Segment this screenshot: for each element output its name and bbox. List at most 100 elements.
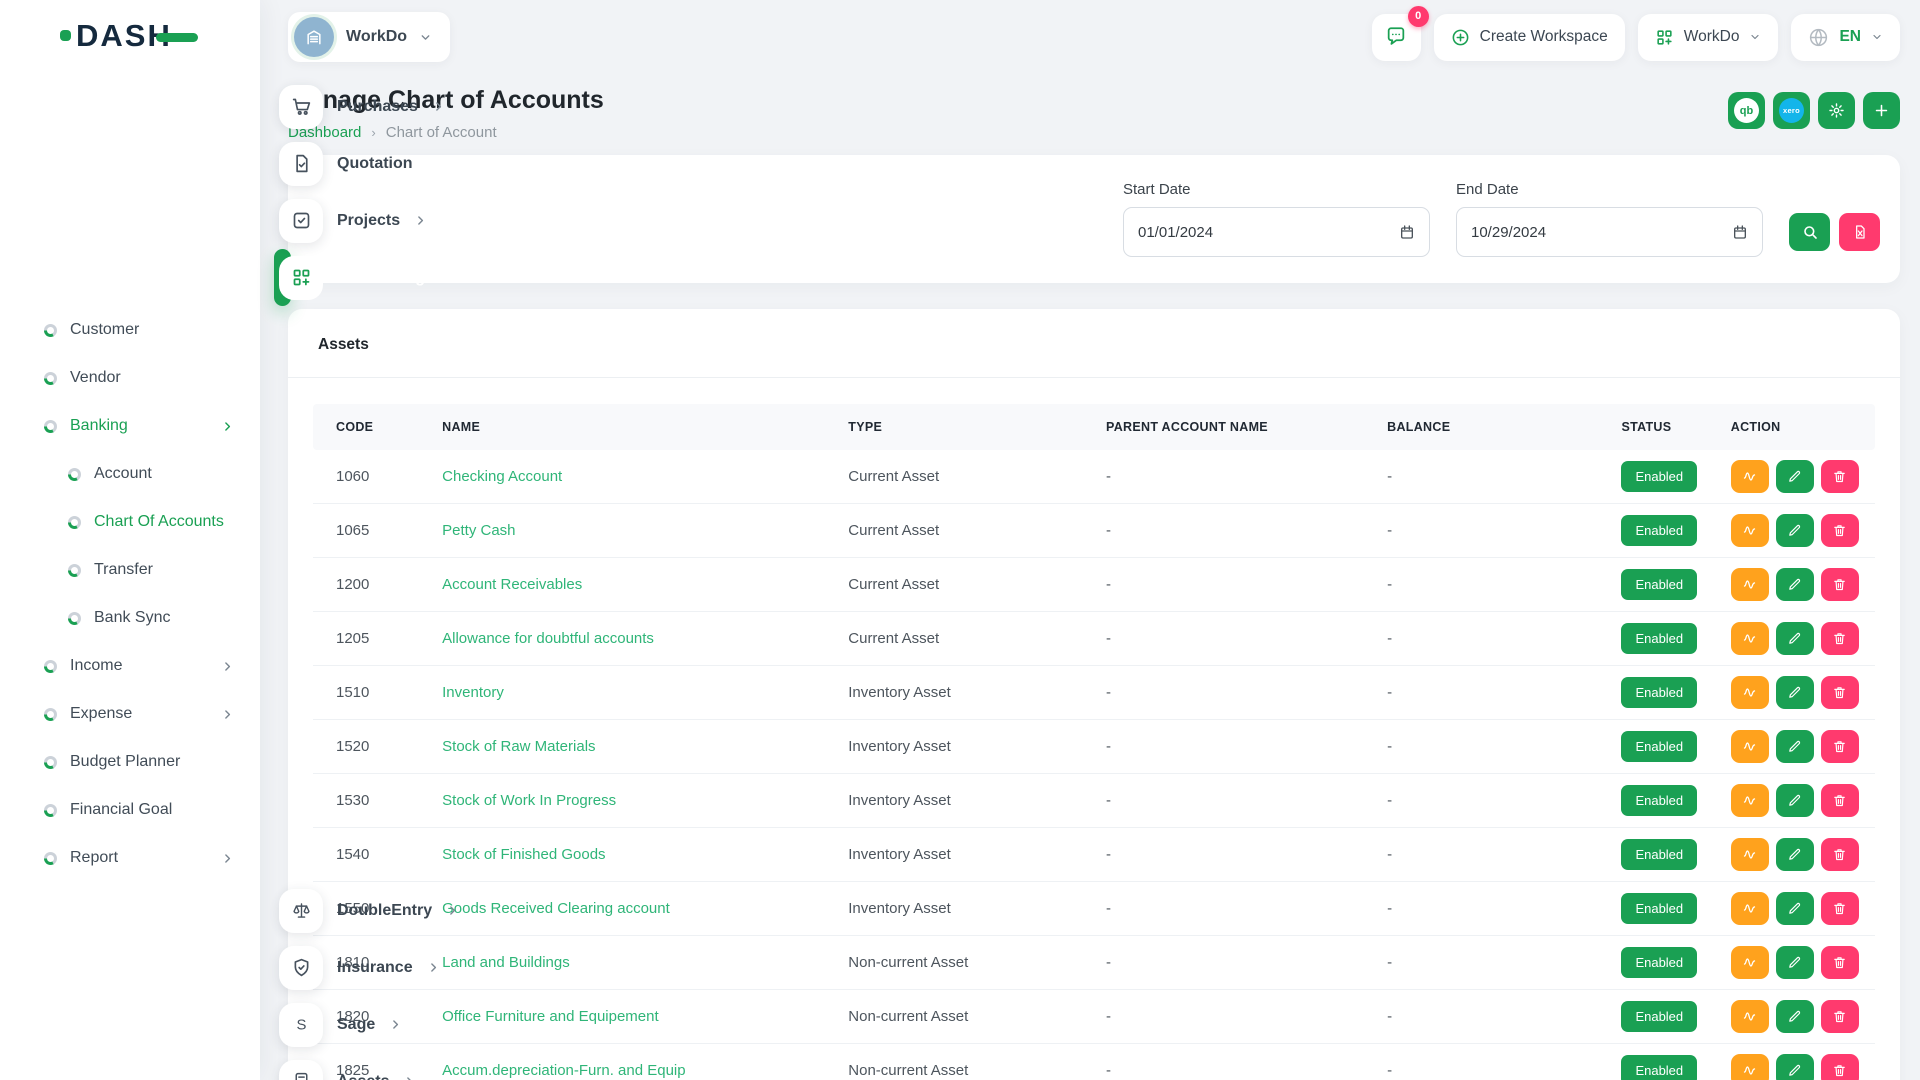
edit-button[interactable] — [1776, 622, 1814, 655]
edit-button[interactable] — [1776, 1000, 1814, 1033]
sidebar-item-projects[interactable]: Projects — [274, 192, 291, 249]
activity-button[interactable] — [1731, 730, 1769, 763]
pencil-icon — [1787, 523, 1802, 538]
account-name-link[interactable]: Land and Buildings — [442, 954, 570, 971]
create-workspace-button[interactable]: Create Workspace — [1434, 14, 1625, 61]
sidebar-item-transfer[interactable]: Transfer — [14, 546, 246, 594]
edit-button[interactable] — [1776, 892, 1814, 925]
cell-parent: - — [1094, 720, 1375, 774]
edit-button[interactable] — [1776, 784, 1814, 817]
workspace-menu[interactable]: WorkDo — [1638, 14, 1779, 61]
activity-button[interactable] — [1731, 946, 1769, 979]
sidebar-item-quotation[interactable]: Quotation — [274, 135, 291, 192]
chevron-right-icon — [221, 420, 234, 433]
pencil-icon — [1787, 1063, 1802, 1078]
edit-button[interactable] — [1776, 514, 1814, 547]
end-date-input[interactable]: 10/29/2024 — [1456, 207, 1763, 257]
sidebar-item-accounting[interactable]: Accounting — [274, 249, 291, 306]
sidebar-item-doubleentry[interactable]: DoubleEntry — [274, 882, 291, 939]
activity-button[interactable] — [1731, 514, 1769, 547]
account-name-link[interactable]: Stock of Raw Materials — [442, 738, 595, 755]
sidebar-item-banking[interactable]: Banking — [14, 402, 246, 450]
messages-button[interactable]: 0 — [1372, 14, 1421, 61]
sidebar-item-financial-goal[interactable]: Financial Goal — [14, 786, 246, 834]
status-badge: Enabled — [1621, 947, 1697, 978]
activity-button[interactable] — [1731, 622, 1769, 655]
sidebar-item-income[interactable]: Income — [14, 642, 246, 690]
add-button[interactable] — [1863, 92, 1900, 129]
sidebar-item-report[interactable]: Report — [14, 834, 246, 882]
sidebar-item-purchases[interactable]: Purchases — [274, 78, 291, 135]
account-name-link[interactable]: Accum.depreciation-Furn. and Equip — [442, 1062, 685, 1079]
settings-button[interactable] — [1818, 92, 1855, 129]
activity-button[interactable] — [1731, 784, 1769, 817]
sidebar-item-account[interactable]: Account — [14, 450, 246, 498]
calculator-icon — [279, 1060, 323, 1080]
sidebar-item-expense[interactable]: Expense — [14, 690, 246, 738]
sidebar-item-vendor[interactable]: Vendor — [14, 354, 246, 402]
delete-button[interactable] — [1821, 892, 1859, 925]
activity-icon — [1742, 685, 1757, 700]
activity-button[interactable] — [1731, 460, 1769, 493]
edit-button[interactable] — [1776, 460, 1814, 493]
account-name-link[interactable]: Inventory — [442, 684, 504, 701]
workspace-chip[interactable]: WorkDo — [288, 12, 450, 62]
edit-button[interactable] — [1776, 838, 1814, 871]
edit-button[interactable] — [1776, 568, 1814, 601]
row-actions — [1731, 946, 1863, 979]
donut-bullet-icon — [44, 420, 57, 433]
sidebar-item-bank-sync[interactable]: Bank Sync — [14, 594, 246, 642]
start-date-input[interactable]: 01/01/2024 — [1123, 207, 1430, 257]
activity-button[interactable] — [1731, 676, 1769, 709]
plus-circle-icon — [1451, 28, 1470, 47]
sidebar-item-customer[interactable]: Customer — [14, 306, 246, 354]
accounts-table-wrap: CODENAMETYPEPARENT ACCOUNT NAMEBALANCEST… — [288, 378, 1900, 1080]
cell-balance: - — [1375, 1044, 1609, 1080]
delete-button[interactable] — [1821, 946, 1859, 979]
delete-button[interactable] — [1821, 676, 1859, 709]
delete-button[interactable] — [1821, 460, 1859, 493]
apply-filter-button[interactable] — [1789, 213, 1830, 251]
account-name-link[interactable]: Stock of Work In Progress — [442, 792, 616, 809]
activity-button[interactable] — [1731, 1000, 1769, 1033]
delete-button[interactable] — [1821, 838, 1859, 871]
account-name-link[interactable]: Account Receivables — [442, 576, 582, 593]
delete-button[interactable] — [1821, 622, 1859, 655]
activity-button[interactable] — [1731, 1054, 1769, 1080]
delete-button[interactable] — [1821, 568, 1859, 601]
quickbooks-button[interactable]: qb — [1728, 92, 1765, 129]
edit-button[interactable] — [1776, 1054, 1814, 1080]
account-name-link[interactable]: Petty Cash — [442, 522, 515, 539]
edit-button[interactable] — [1776, 676, 1814, 709]
delete-button[interactable] — [1821, 730, 1859, 763]
xero-button[interactable]: xero — [1773, 92, 1810, 129]
start-date-value: 01/01/2024 — [1138, 224, 1213, 241]
activity-button[interactable] — [1731, 838, 1769, 871]
account-name-link[interactable]: Goods Received Clearing account — [442, 900, 670, 917]
language-selector[interactable]: EN — [1791, 14, 1900, 61]
sidebar-item-sage[interactable]: SSage — [274, 996, 291, 1053]
delete-button[interactable] — [1821, 784, 1859, 817]
sidebar-item-assets[interactable]: Assets — [274, 1053, 291, 1080]
sidebar-item-label: DoubleEntry — [337, 902, 432, 920]
edit-button[interactable] — [1776, 946, 1814, 979]
sidebar-item-budget-planner[interactable]: Budget Planner — [14, 738, 246, 786]
table-row: 1820Office Furniture and EquipementNon-c… — [313, 990, 1875, 1044]
topbar: WorkDo 0 Create Workspace WorkDo EN — [260, 0, 1920, 74]
account-name-link[interactable]: Office Furniture and Equipement — [442, 1008, 659, 1025]
activity-button[interactable] — [1731, 892, 1769, 925]
sidebar-item-insurance[interactable]: Insurance — [274, 939, 291, 996]
delete-button[interactable] — [1821, 1054, 1859, 1080]
delete-button[interactable] — [1821, 514, 1859, 547]
cell-balance: - — [1375, 558, 1609, 612]
activity-button[interactable] — [1731, 568, 1769, 601]
delete-button[interactable] — [1821, 1000, 1859, 1033]
sidebar-item-chart-of-accounts[interactable]: Chart Of Accounts — [14, 498, 246, 546]
account-name-link[interactable]: Checking Account — [442, 468, 562, 485]
account-name-link[interactable]: Stock of Finished Goods — [442, 846, 605, 863]
edit-button[interactable] — [1776, 730, 1814, 763]
brand-logo[interactable]: DASH — [0, 0, 260, 70]
search-icon — [1802, 224, 1818, 240]
reset-filter-button[interactable] — [1839, 213, 1880, 251]
account-name-link[interactable]: Allowance for doubtful accounts — [442, 630, 654, 647]
